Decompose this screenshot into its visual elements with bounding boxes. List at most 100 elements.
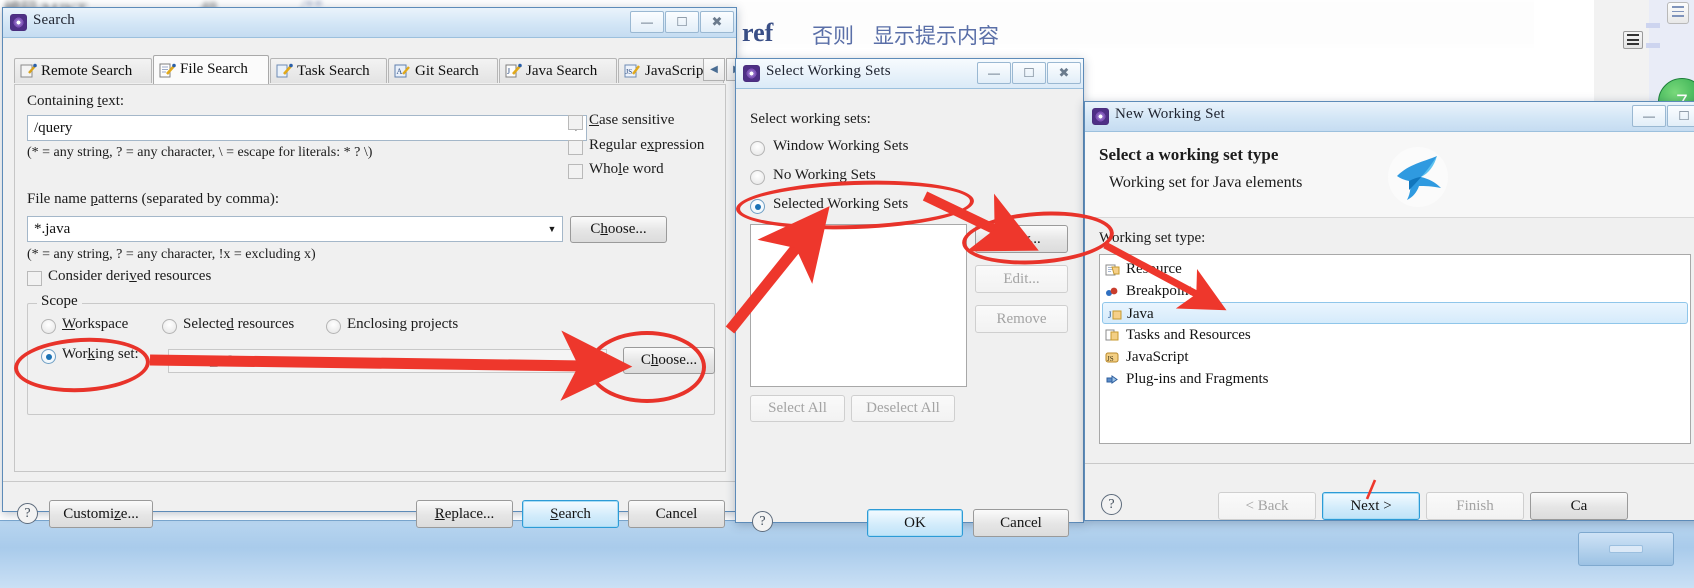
consider-derived-checkbox[interactable] bbox=[27, 271, 42, 286]
svg-text:J: J bbox=[1108, 310, 1112, 320]
whole-word-checkbox[interactable] bbox=[568, 164, 583, 179]
working-sets-listbox[interactable] bbox=[750, 224, 967, 387]
back-button[interactable]: < Back bbox=[1218, 492, 1316, 520]
containing-text-input[interactable]: /query bbox=[27, 115, 587, 141]
tab-remote-search[interactable]: Remote Search bbox=[14, 58, 152, 83]
remote-search-icon bbox=[20, 63, 37, 79]
tab-scroll-prev-icon[interactable]: ◀ bbox=[703, 58, 725, 81]
help-icon[interactable]: ? bbox=[17, 503, 38, 524]
taskbar-button[interactable] bbox=[1578, 532, 1674, 566]
maximize-button[interactable] bbox=[665, 11, 699, 33]
eclipse-working-set-icon bbox=[1092, 108, 1109, 125]
edit-working-set-button[interactable]: Edit... bbox=[975, 265, 1068, 293]
bg-marker-2 bbox=[1646, 43, 1660, 48]
tasks-resources-icon bbox=[1105, 328, 1120, 343]
tab-java-search[interactable]: J Java Search bbox=[499, 58, 617, 83]
file-patterns-hint: (* = any string, ? = any character, !x =… bbox=[27, 247, 316, 262]
cancel-button[interactable]: Ca bbox=[1530, 492, 1628, 520]
list-item[interactable]: JS JavaScript bbox=[1100, 346, 1690, 368]
search-button[interactable]: Search bbox=[522, 500, 619, 528]
bg-chinese-text-1: 否则 bbox=[812, 24, 854, 48]
nws-body: Select a working set type Working set fo… bbox=[1085, 132, 1694, 520]
file-patterns-value: *.java bbox=[34, 220, 71, 237]
select-working-sets-dialog[interactable]: Select Working Sets Select working sets:… bbox=[735, 58, 1084, 537]
bg-marker-1 bbox=[1646, 23, 1660, 28]
scope-radio-enclosing-projects[interactable] bbox=[326, 319, 341, 334]
working-set-value-field[interactable]: TJKT_W bbox=[168, 349, 607, 373]
customize-button[interactable]: Customize... bbox=[49, 500, 153, 528]
containing-text-label: Containing text: bbox=[27, 93, 125, 109]
select-all-label: Select All bbox=[768, 400, 827, 416]
help-icon[interactable]: ? bbox=[1101, 494, 1122, 515]
working-set-type-listbox[interactable]: Resource Breakpoint J Java Tasks and Res… bbox=[1099, 254, 1691, 444]
minimize-button[interactable] bbox=[1632, 105, 1666, 127]
scope-label-workspace: Workspace bbox=[62, 316, 129, 332]
nws-titlebar[interactable]: New Working Set bbox=[1085, 102, 1694, 132]
cancel-button[interactable]: Cancel bbox=[628, 500, 725, 528]
list-item[interactable]: Plug-ins and Fragments bbox=[1100, 368, 1690, 390]
regular-expression-checkbox[interactable] bbox=[568, 140, 583, 155]
chevron-left-icon: ◀ bbox=[710, 64, 718, 75]
bg-ref-text: ref bbox=[742, 18, 774, 47]
search-dialog-titlebar[interactable]: Search bbox=[3, 8, 736, 38]
tab-file-search[interactable]: File Search bbox=[153, 55, 269, 84]
list-item-label: Tasks and Resources bbox=[1126, 327, 1251, 343]
close-icon[interactable] bbox=[1047, 62, 1081, 84]
document-icon[interactable] bbox=[1667, 2, 1689, 24]
deselect-all-button[interactable]: Deselect All bbox=[851, 395, 955, 422]
replace-button[interactable]: Replace... bbox=[416, 500, 513, 528]
list-item[interactable]: Resource bbox=[1100, 258, 1690, 280]
cancel-button[interactable]: Cancel bbox=[973, 509, 1069, 537]
radio-window-working-sets[interactable] bbox=[750, 141, 765, 156]
nws-footer-divider bbox=[1085, 463, 1694, 464]
minimize-button[interactable] bbox=[977, 62, 1011, 84]
scope-radio-workspace[interactable] bbox=[41, 319, 56, 334]
remove-button-label: Remove bbox=[996, 311, 1047, 327]
minimize-button[interactable] bbox=[630, 11, 664, 33]
choose-patterns-button[interactable]: Choose... bbox=[570, 216, 667, 243]
choose-working-set-button[interactable]: Choose... bbox=[623, 347, 715, 374]
new-working-set-button[interactable]: New... bbox=[975, 225, 1068, 253]
git-search-icon: A bbox=[394, 63, 411, 79]
list-item-selected[interactable]: J Java bbox=[1102, 302, 1688, 324]
maximize-button[interactable] bbox=[1012, 62, 1046, 84]
label-window-working-sets: Window Working Sets bbox=[773, 138, 909, 154]
tab-task-search[interactable]: Task Search bbox=[270, 58, 387, 83]
list-item[interactable]: Tasks and Resources bbox=[1100, 324, 1690, 346]
new-button-label: New... bbox=[1002, 231, 1041, 247]
help-icon[interactable]: ? bbox=[752, 511, 773, 532]
nws-window-buttons[interactable] bbox=[1632, 105, 1694, 127]
case-sensitive-checkbox[interactable] bbox=[568, 115, 583, 130]
search-tabstrip[interactable]: Remote Search File Search Task Search A … bbox=[14, 55, 748, 85]
scope-label-enclosing-projects: Enclosing projects bbox=[347, 316, 459, 332]
nws-heading: Select a working set type bbox=[1099, 145, 1279, 164]
list-item[interactable]: Breakpoint bbox=[1100, 280, 1690, 302]
select-all-button[interactable]: Select All bbox=[750, 395, 845, 422]
new-working-set-dialog[interactable]: New Working Set Select a working set typ… bbox=[1084, 101, 1694, 521]
next-button[interactable]: Next > bbox=[1322, 492, 1420, 520]
chevron-down-icon[interactable] bbox=[542, 224, 562, 234]
search-dialog-body: Remote Search File Search Task Search A … bbox=[3, 38, 748, 528]
sws-titlebar[interactable]: Select Working Sets bbox=[736, 59, 1083, 89]
radio-selected-working-sets[interactable] bbox=[750, 199, 765, 214]
search-dialog[interactable]: Search Remote Search File Search bbox=[2, 7, 748, 528]
search-window-buttons[interactable] bbox=[630, 11, 734, 33]
remove-working-set-button[interactable]: Remove bbox=[975, 305, 1068, 333]
view-menu-icon[interactable] bbox=[1623, 31, 1643, 49]
working-set-type-label: Working set type: bbox=[1099, 230, 1206, 246]
scope-group: Scope Workspace Selected resources Enclo… bbox=[27, 293, 715, 415]
tab-git-search[interactable]: A Git Search bbox=[388, 58, 498, 83]
radio-no-working-sets[interactable] bbox=[750, 170, 765, 185]
sws-window-buttons[interactable] bbox=[977, 62, 1081, 84]
svg-text:JS: JS bbox=[626, 68, 633, 76]
sws-body: Select working sets: Window Working Sets… bbox=[736, 89, 1083, 537]
ok-button[interactable]: OK bbox=[867, 509, 963, 537]
whole-word-label: Whole word bbox=[589, 161, 664, 177]
finish-button[interactable]: Finish bbox=[1426, 492, 1524, 520]
scope-radio-working-set[interactable] bbox=[41, 349, 56, 364]
maximize-button[interactable] bbox=[1667, 105, 1694, 127]
footer-divider bbox=[3, 481, 738, 482]
file-patterns-input[interactable]: *.java bbox=[27, 216, 563, 242]
close-icon[interactable] bbox=[700, 11, 734, 33]
scope-radio-selected-resources[interactable] bbox=[162, 319, 177, 334]
